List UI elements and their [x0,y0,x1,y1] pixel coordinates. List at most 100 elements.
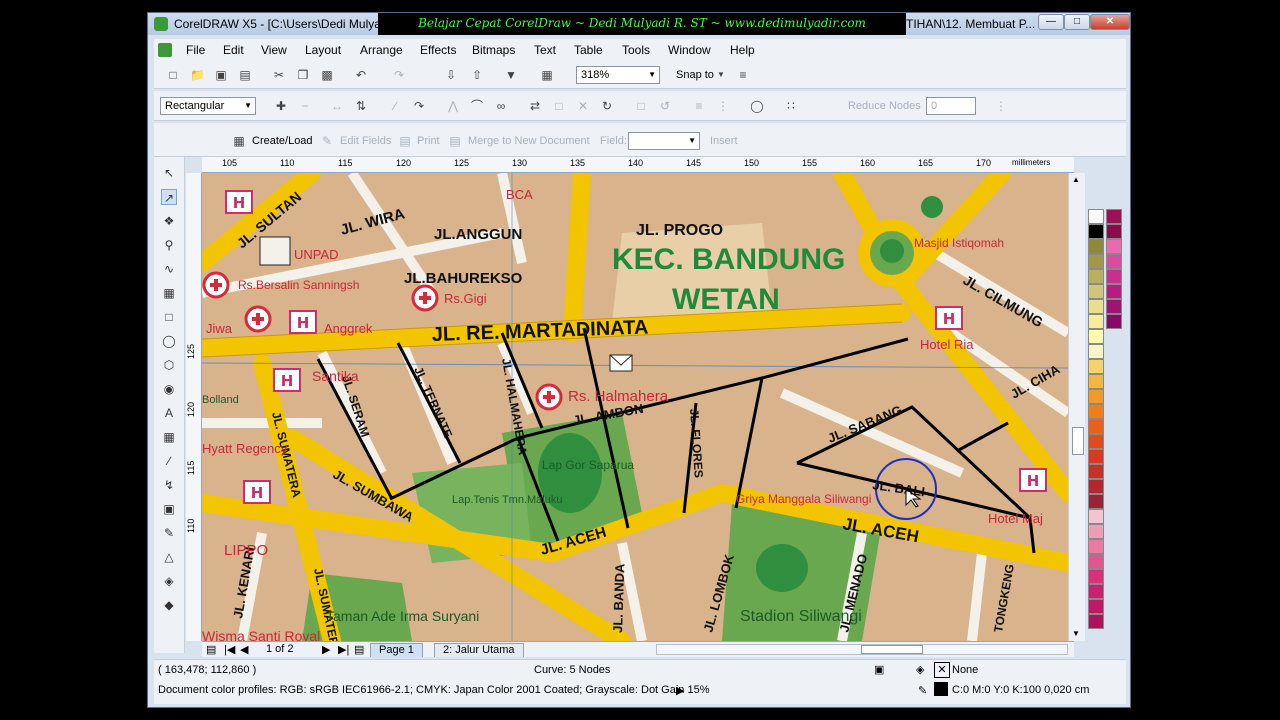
color-swatch[interactable] [1088,284,1104,299]
menu-edit[interactable]: Edit [223,43,244,57]
menu-tools[interactable]: Tools [622,43,650,57]
add-node-icon[interactable]: ✚ [274,99,288,113]
title-bar[interactable]: CorelDRAW X5 - [C:\Users\Dedi Mulya Bela… [148,13,1130,35]
smart-fill-tool-icon[interactable]: ▦ [161,285,177,301]
color-swatch[interactable] [1088,479,1104,494]
export-icon[interactable]: ⇧ [470,68,484,82]
import-icon[interactable]: ⇩ [444,68,458,82]
create-load-button[interactable]: Create/Load [252,135,313,147]
undo-icon[interactable]: ↶ [354,68,368,82]
elastic-mode-icon[interactable]: ◯ [750,99,764,113]
edit-fields-button[interactable]: Edit Fields [340,135,391,147]
align-nodes-icon[interactable]: ≡ [692,99,706,113]
chevron-down-icon[interactable]: ▼ [714,68,728,82]
freehand-tool-icon[interactable]: ∿ [161,261,177,277]
smooth-node-icon[interactable]: ⌒ [470,99,484,113]
outline-pen-icon[interactable]: ✎ [918,684,927,697]
color-swatch[interactable] [1088,539,1104,554]
eyedropper-tool-icon[interactable]: ✎ [161,525,177,541]
fill-icon[interactable]: ◈ [916,663,924,676]
color-swatch[interactable] [1088,374,1104,389]
color-swatch[interactable] [1088,419,1104,434]
color-swatch[interactable] [1106,314,1122,329]
to-line-icon[interactable]: ∕ [388,99,402,113]
add-page-icon[interactable]: ▤ [354,643,364,656]
menu-effects[interactable]: Effects [420,43,456,57]
color-swatch[interactable] [1106,284,1122,299]
redo-icon[interactable]: ↷ [392,68,406,82]
color-swatch[interactable] [1106,224,1122,239]
tab-page-2[interactable]: 2: Jalur Utama [434,643,524,657]
shape-tool-icon[interactable]: ↗ [161,189,177,205]
menu-layout[interactable]: Layout [305,43,341,57]
cut-icon[interactable]: ✂ [272,68,286,82]
merge-to-new-document-button[interactable]: Merge to New Document [468,135,590,147]
color-swatch[interactable] [1088,344,1104,359]
rotate-nodes-icon[interactable]: ↺ [658,99,672,113]
color-swatch[interactable] [1088,329,1104,344]
text-tool-icon[interactable]: A [161,405,177,421]
paste-icon[interactable]: ▩ [320,68,334,82]
options-icon[interactable]: ≡ [736,68,750,82]
menu-table[interactable]: Table [574,43,603,57]
crop-tool-icon[interactable]: ❖ [161,213,177,229]
align-vertical-icon[interactable]: ⋮ [716,99,730,113]
color-swatch[interactable] [1088,569,1104,584]
basic-shapes-tool-icon[interactable]: ◉ [161,381,177,397]
maximize-button[interactable]: □ [1064,14,1090,30]
color-swatch[interactable] [1106,209,1122,224]
dimension-tool-icon[interactable]: ∕ [161,453,177,469]
color-swatch[interactable] [1106,254,1122,269]
stretch-nodes-icon[interactable]: □ [634,99,648,113]
save-icon[interactable]: ▣ [214,68,228,82]
horizontal-ruler[interactable]: 105 110 115 120 125 130 135 140 145 150 … [202,157,1074,173]
next-page-icon[interactable]: ▶ [322,643,330,656]
color-swatch[interactable] [1088,224,1104,239]
blend-tool-icon[interactable]: ▣ [161,501,177,517]
menu-bitmaps[interactable]: Bitmaps [472,43,515,57]
extend-curve-icon[interactable]: □ [552,99,566,113]
color-swatch[interactable] [1088,404,1104,419]
vertical-scrollbar[interactable]: ▲ ▼ [1068,173,1085,641]
menu-view[interactable]: View [261,43,287,57]
color-swatch[interactable] [1088,254,1104,269]
color-swatch[interactable] [1106,299,1122,314]
drawing-canvas[interactable]: HHH HHH JL. SULTAN JL. WIRA JL.ANGGUN JL… [202,173,1068,641]
expand-arrow-icon[interactable]: ▶ [676,684,684,697]
menu-arrange[interactable]: Arrange [360,43,403,57]
color-proof-icon[interactable]: ▣ [874,663,884,676]
select-all-nodes-icon[interactable]: ∷ [784,99,798,113]
menu-text[interactable]: Text [534,43,556,57]
table-tool-icon[interactable]: ▦ [161,429,177,445]
reverse-direction-icon[interactable]: ⇄ [528,99,542,113]
close-curve-icon[interactable]: ↻ [600,99,614,113]
scroll-thumb[interactable] [1072,427,1084,455]
color-swatch[interactable] [1088,464,1104,479]
to-curve-icon[interactable]: ↷ [412,99,426,113]
application-launcher-icon[interactable]: ▼ [504,68,518,82]
color-swatch[interactable] [1088,434,1104,449]
last-page-icon[interactable]: ▶| [338,643,349,656]
fill-tool-icon[interactable]: ◈ [161,573,177,589]
color-swatch[interactable] [1088,554,1104,569]
menu-help[interactable]: Help [730,43,755,57]
cusp-node-icon[interactable]: ⋀ [446,99,460,113]
scroll-down-icon[interactable]: ▼ [1072,629,1080,638]
close-button[interactable]: ✕ [1090,14,1130,30]
color-swatch[interactable] [1088,269,1104,284]
copy-icon[interactable]: ❐ [296,68,310,82]
connector-tool-icon[interactable]: ↯ [161,477,177,493]
horizontal-scrollbar[interactable] [656,644,1068,655]
document-menu-icon[interactable] [158,43,172,57]
color-swatch[interactable] [1106,239,1122,254]
selection-mode-combo[interactable]: Rectangular ▼ [160,97,256,115]
snap-to-dropdown[interactable]: Snap to [676,69,714,81]
color-swatch[interactable] [1088,584,1104,599]
color-swatch[interactable] [1088,389,1104,404]
scroll-up-icon[interactable]: ▲ [1072,175,1080,184]
menu-window[interactable]: Window [668,43,711,57]
color-swatch[interactable] [1088,314,1104,329]
delete-node-icon[interactable]: − [298,99,312,113]
outline-color-swatch[interactable] [934,682,948,696]
previous-page-icon[interactable]: ◀ [240,643,248,656]
